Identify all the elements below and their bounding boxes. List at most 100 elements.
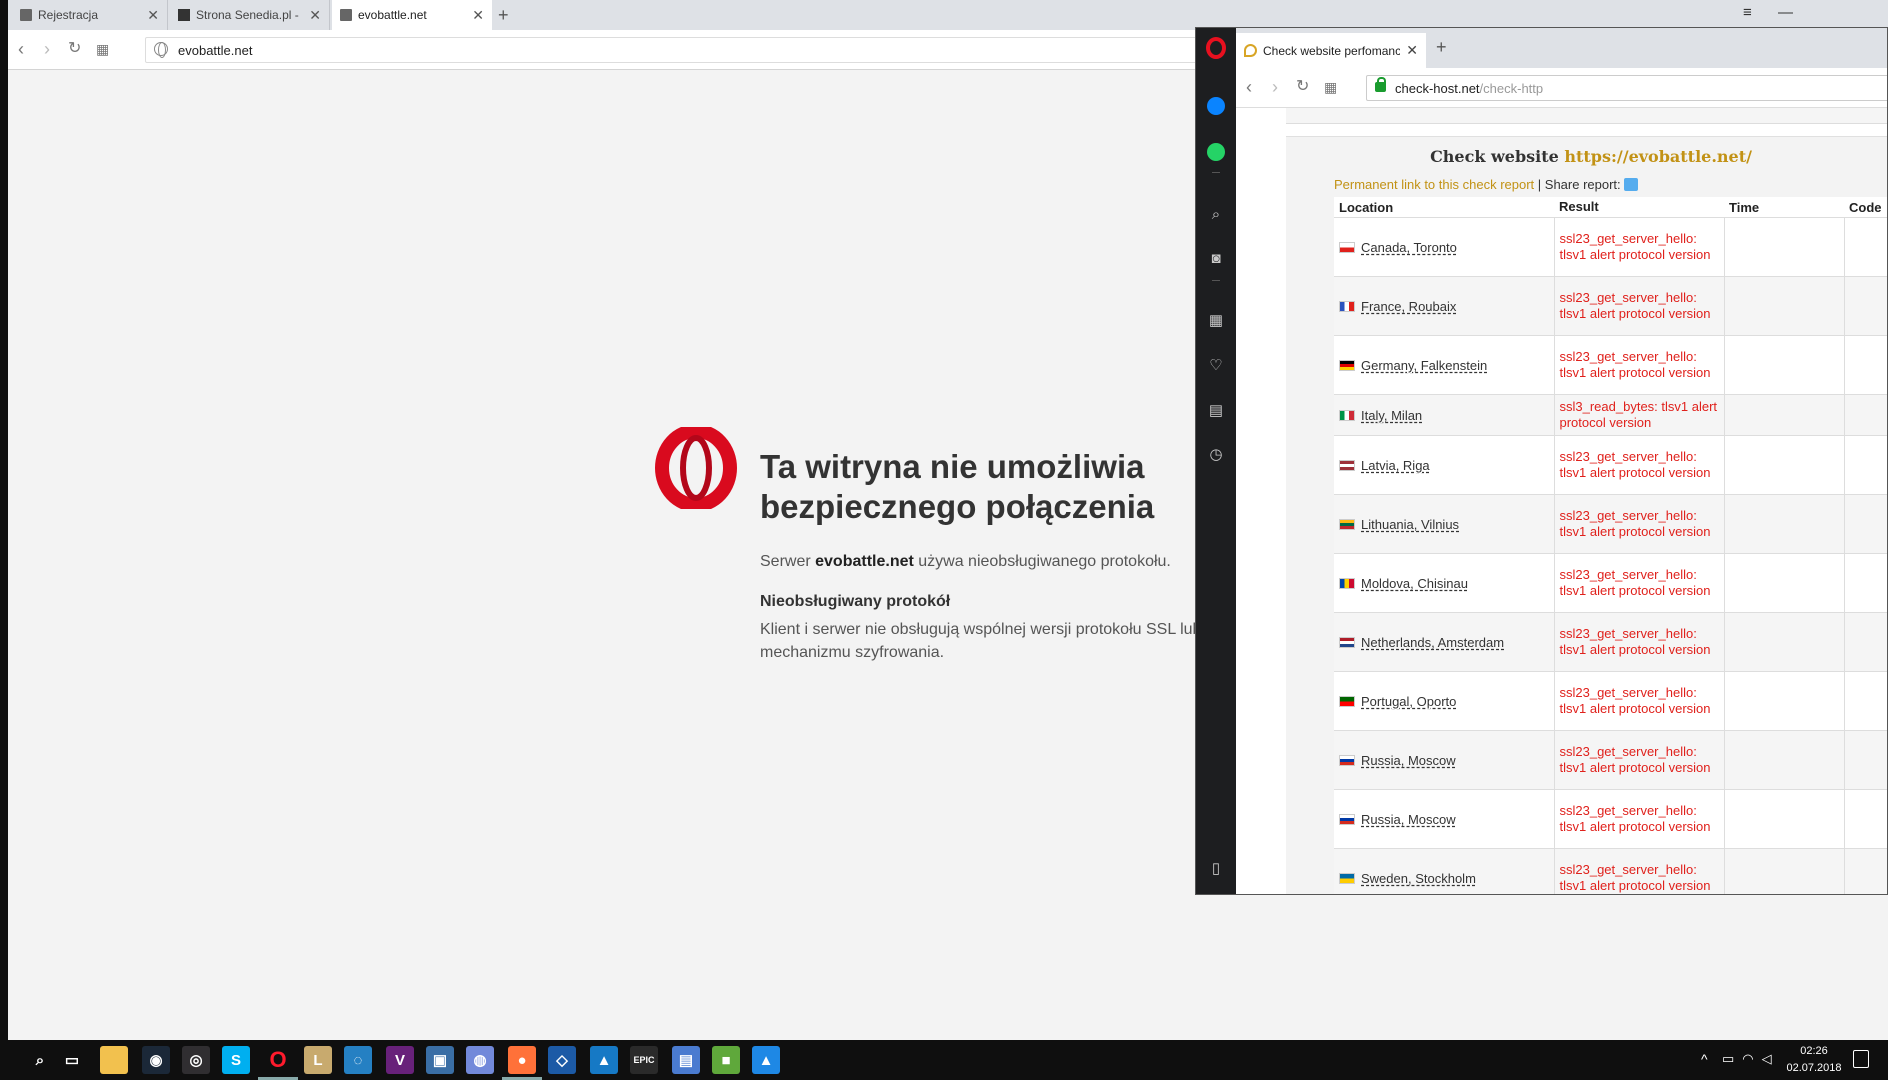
time-cell: [1723, 494, 1844, 554]
tab-close-icon[interactable]: ✕: [147, 7, 159, 24]
tab-evobattle[interactable]: evobattle.net ✕: [332, 0, 492, 30]
blue-app-icon[interactable]: ▲: [752, 1046, 780, 1074]
code-cell: [1843, 553, 1887, 613]
tab-senedia[interactable]: Strona Senedia.pl - Metin2 ✕: [170, 0, 330, 30]
tab-close-icon[interactable]: ✕: [309, 7, 321, 24]
speed-dial-icon[interactable]: ▦: [96, 38, 109, 60]
check-heading: Check website https://evobattle.net/: [1286, 147, 1887, 166]
sidebar-toggle-icon[interactable]: ▯: [1204, 856, 1228, 880]
heart-icon[interactable]: ♡: [1204, 353, 1228, 377]
file-explorer-icon[interactable]: [100, 1046, 128, 1074]
location-link[interactable]: Russia, Moscow: [1361, 753, 1456, 768]
column-code: Code: [1844, 197, 1887, 218]
flag-icon: [1339, 695, 1355, 707]
address-bar[interactable]: evobattle.net: [145, 37, 1245, 63]
reload-button[interactable]: ↻: [68, 38, 81, 60]
checked-url-link[interactable]: https://evobattle.net/: [1564, 147, 1752, 166]
tab-close-icon[interactable]: ✕: [1406, 42, 1418, 59]
location-link[interactable]: Canada, Toronto: [1361, 240, 1457, 255]
result-cell: ssl23_get_server_hello: tlsv1 alert prot…: [1553, 494, 1724, 554]
speed-dial-icon[interactable]: ▦: [1324, 76, 1337, 98]
messenger-icon[interactable]: [1204, 94, 1228, 118]
search-icon[interactable]: ⌕: [26, 1046, 54, 1074]
error-description: Serwer evobattle.net używa nieobsługiwan…: [760, 553, 1171, 571]
visual-studio-icon[interactable]: V: [386, 1046, 414, 1074]
shark-icon[interactable]: ▲: [590, 1046, 618, 1074]
location-link[interactable]: Latvia, Riga: [1361, 458, 1430, 473]
results-table: Location Result Time Code Canada, Toront…: [1334, 197, 1887, 894]
volume-icon[interactable]: ◁: [1762, 1051, 1780, 1066]
location-link[interactable]: Russia, Moscow: [1361, 812, 1456, 827]
location-link[interactable]: Lithuania, Vilnius: [1361, 517, 1459, 532]
league-icon[interactable]: L: [304, 1046, 332, 1074]
location-cell: Canada, Toronto: [1334, 217, 1554, 277]
forward-button[interactable]: ›: [1272, 76, 1278, 98]
forward-button[interactable]: ›: [44, 38, 50, 60]
network-config-icon[interactable]: ▤: [672, 1046, 700, 1074]
camera-icon[interactable]: ◙: [1204, 246, 1228, 270]
skype-icon[interactable]: S: [222, 1046, 250, 1074]
steam-icon[interactable]: ◉: [142, 1046, 170, 1074]
code-cell: [1843, 394, 1887, 436]
virtualbox-icon[interactable]: ◇: [548, 1046, 576, 1074]
location-link[interactable]: Germany, Falkenstein: [1361, 358, 1487, 373]
location-link[interactable]: Sweden, Stockholm: [1361, 871, 1476, 886]
obs-icon[interactable]: ◎: [182, 1046, 210, 1074]
power-icon[interactable]: ▭: [1722, 1051, 1742, 1066]
tab-bar: Check website perfomance ✕ +: [1236, 28, 1887, 68]
clock-time[interactable]: 02:26: [1784, 1045, 1844, 1057]
whatsapp-icon[interactable]: [1204, 140, 1228, 164]
location-link[interactable]: France, Roubaix: [1361, 299, 1456, 314]
error-title: Ta witryna nie umożliwia bezpiecznego po…: [760, 448, 1155, 525]
location-link[interactable]: Netherlands, Amsterdam: [1361, 635, 1504, 650]
reload-button[interactable]: ↻: [1296, 76, 1309, 98]
network-tool-icon[interactable]: ▣: [426, 1046, 454, 1074]
minimize-button[interactable]: —: [1778, 4, 1793, 21]
firefox-icon[interactable]: ●: [508, 1046, 536, 1074]
opera-menu-icon[interactable]: [1204, 36, 1228, 60]
tab-close-icon[interactable]: ✕: [472, 7, 484, 24]
top-box: [1286, 108, 1887, 124]
new-tab-button[interactable]: +: [1436, 37, 1447, 58]
notification-icon[interactable]: [1853, 1050, 1869, 1068]
search-icon[interactable]: ⌕: [1204, 202, 1228, 226]
epic-games-icon[interactable]: EPIC: [630, 1046, 658, 1074]
code-cell: [1843, 435, 1887, 495]
check-panel: Check website https://evobattle.net/ Per…: [1286, 136, 1887, 894]
new-tab-button[interactable]: +: [498, 5, 509, 26]
news-icon[interactable]: ▤: [1204, 398, 1228, 422]
permanent-link[interactable]: Permanent link to this check report: [1334, 177, 1534, 192]
task-view-icon[interactable]: ▭: [58, 1046, 86, 1074]
discord-icon[interactable]: ◍: [466, 1046, 494, 1074]
teamspeak-icon[interactable]: ◌: [344, 1046, 372, 1074]
flag-icon: [1339, 459, 1355, 471]
report-links: Permanent link to this check report | Sh…: [1334, 177, 1639, 192]
code-cell: [1843, 276, 1887, 336]
result-cell: ssl23_get_server_hello: tlsv1 alert prot…: [1553, 789, 1724, 849]
tab-title: Check website perfomance: [1263, 43, 1401, 58]
column-time: Time: [1724, 197, 1844, 218]
address-bar[interactable]: check-host.net/check-http: [1366, 75, 1887, 101]
table-row: Lithuania, Vilnius ssl23_get_server_hello…: [1334, 494, 1887, 554]
clock-date[interactable]: 02.07.2018: [1778, 1062, 1850, 1074]
back-button[interactable]: ‹: [18, 38, 24, 60]
opera-icon[interactable]: O: [264, 1046, 292, 1074]
location-link[interactable]: Italy, Milan: [1361, 408, 1422, 423]
network-icon[interactable]: ◠: [1742, 1051, 1761, 1066]
tab-menu-icon[interactable]: ≡: [1743, 4, 1752, 21]
code-cell: [1843, 789, 1887, 849]
location-link[interactable]: Moldova, Chisinau: [1361, 576, 1468, 591]
location-cell: Netherlands, Amsterdam: [1334, 612, 1554, 672]
back-button[interactable]: ‹: [1246, 76, 1252, 98]
result-cell: ssl23_get_server_hello: tlsv1 alert prot…: [1553, 730, 1724, 790]
tab-check-host[interactable]: Check website perfomance ✕: [1236, 33, 1426, 68]
minecraft-icon[interactable]: ■: [712, 1046, 740, 1074]
tab-rejestracja[interactable]: Rejestracja ✕: [12, 0, 168, 30]
tray-expand-icon[interactable]: ^: [1701, 1051, 1708, 1067]
speed-dial-icon[interactable]: ▦: [1204, 308, 1228, 332]
sidebar-divider: [1212, 172, 1220, 173]
twitter-icon[interactable]: [1624, 178, 1639, 191]
location-link[interactable]: Portugal, Oporto: [1361, 694, 1456, 709]
code-cell: [1843, 217, 1887, 277]
history-icon[interactable]: ◷: [1204, 442, 1228, 466]
